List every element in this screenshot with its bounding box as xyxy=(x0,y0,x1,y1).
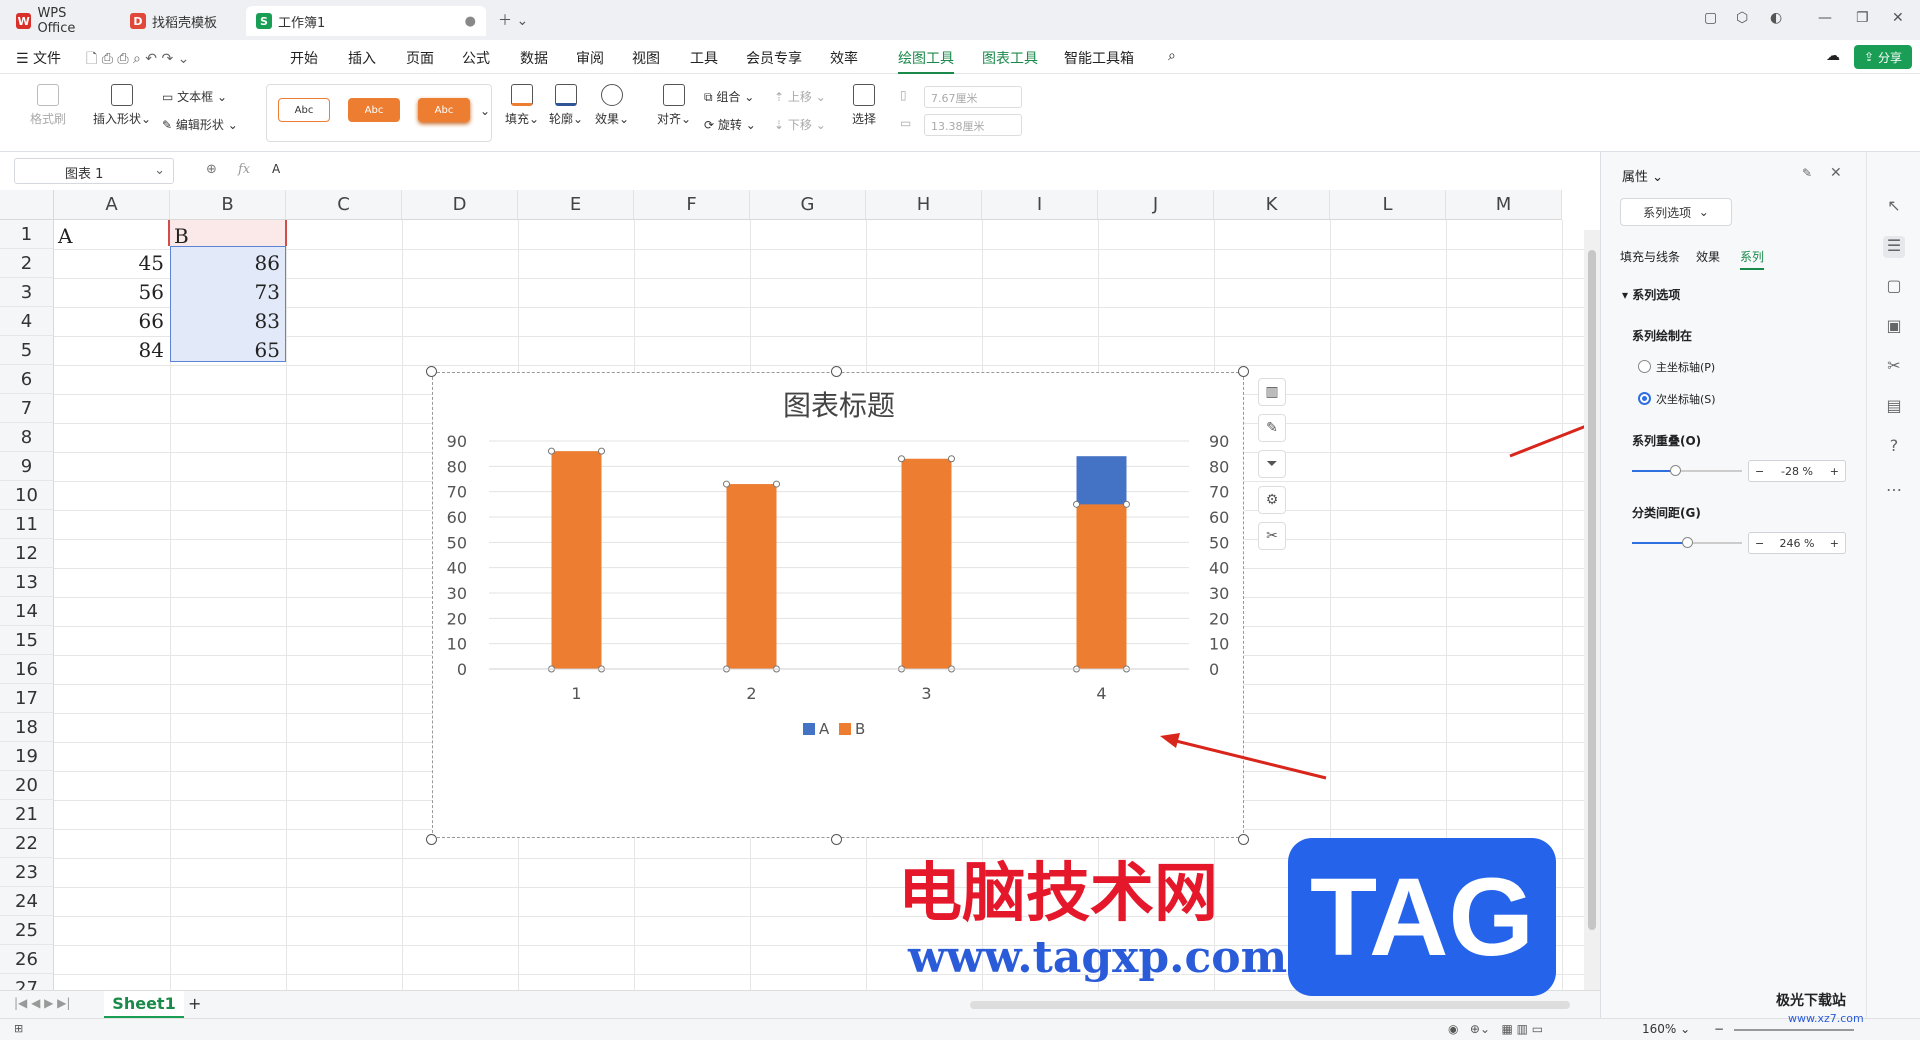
overlap-stepper[interactable]: − -28 % + xyxy=(1748,460,1846,482)
section-series-options[interactable]: ▾ 系列选项 xyxy=(1622,286,1680,303)
macro-icon[interactable]: ⊞ xyxy=(14,1022,23,1035)
panel-close-icon[interactable]: ✕ xyxy=(1830,165,1842,181)
view-mode-icons[interactable]: ◉ ⊕⌄ ▦ ▥ ▭ xyxy=(1448,1022,1543,1036)
horizontal-scrollbar[interactable] xyxy=(970,1001,1570,1009)
select-pointer-icon[interactable]: ↖ xyxy=(1883,196,1905,218)
watermark-cn: 电脑技术网 xyxy=(898,856,1218,931)
primary-axis-radio[interactable] xyxy=(1638,360,1651,373)
tools-icon[interactable]: ✂ xyxy=(1883,356,1905,378)
overlap-slider-knob[interactable] xyxy=(1670,465,1681,476)
gap-width-label: 分类间距(G) xyxy=(1632,506,1701,520)
gap-width-stepper[interactable]: − 246 % + xyxy=(1748,532,1846,554)
add-sheet-button[interactable]: + xyxy=(188,994,201,1013)
secondary-axis-radio[interactable] xyxy=(1638,392,1651,405)
zoom-slider[interactable] xyxy=(1734,1029,1854,1031)
gap-increment[interactable]: + xyxy=(1830,537,1839,550)
zoom-out-button[interactable]: − xyxy=(1714,1022,1724,1036)
secondary-axis-label[interactable]: 次坐标轴(S) xyxy=(1656,391,1716,407)
pin-icon[interactable]: ✎ xyxy=(1802,166,1812,180)
panel-title[interactable]: 属性 ⌄ xyxy=(1622,166,1663,185)
comment-icon[interactable]: ▢ xyxy=(1883,276,1905,298)
tab-series[interactable]: 系列 xyxy=(1740,248,1765,270)
overlap-decrement[interactable]: − xyxy=(1755,465,1764,478)
gap-width-slider[interactable] xyxy=(1632,537,1742,548)
primary-axis-label[interactable]: 主坐标轴(P) xyxy=(1656,359,1715,375)
status-bar: ⊞ ◉ ⊕⌄ ▦ ▥ ▭ 160% ⌄ − xyxy=(0,1018,1920,1040)
book-icon[interactable]: ▤ xyxy=(1883,396,1905,418)
watermark-brand: 极光下载站 xyxy=(1776,993,1846,1009)
sheet-nav-icons[interactable]: |◀ ◀ ▶ ▶| xyxy=(14,996,70,1010)
more-icon[interactable]: … xyxy=(1883,476,1905,498)
series-options-dropdown[interactable]: 系列选项 ⌄ xyxy=(1620,198,1732,226)
properties-panel xyxy=(1600,152,1866,1018)
properties-icon[interactable]: ☰ xyxy=(1883,236,1905,258)
image-icon[interactable]: ▣ xyxy=(1883,316,1905,338)
overlap-value[interactable]: -28 % xyxy=(1781,465,1813,478)
scroll-thumb[interactable] xyxy=(1588,250,1596,930)
help-icon[interactable]: ? xyxy=(1883,436,1905,458)
arrow-head-chart xyxy=(1160,733,1180,748)
watermark-tag-logo: TAG xyxy=(1288,838,1556,996)
zoom-level[interactable]: 160% ⌄ xyxy=(1642,1022,1690,1036)
watermark-brand-url: www.xz7.com xyxy=(1788,1012,1864,1025)
watermark-url: www.tagxp.com xyxy=(908,932,1288,983)
tab-effect[interactable]: 效果 xyxy=(1696,248,1720,265)
vertical-scrollbar[interactable] xyxy=(1584,230,1600,990)
gap-value[interactable]: 246 % xyxy=(1780,537,1815,550)
overlap-slider[interactable] xyxy=(1632,465,1742,476)
right-sidebar: ↖ ☰ ▢ ▣ ✂ ▤ ? … xyxy=(1866,152,1920,1018)
arrow-to-chart xyxy=(1171,738,1327,780)
plot-on-label: 系列绘制在 xyxy=(1632,329,1693,343)
gap-decrement[interactable]: − xyxy=(1755,537,1764,550)
overlap-increment[interactable]: + xyxy=(1830,465,1839,478)
overlap-label: 系列重叠(O) xyxy=(1632,434,1702,448)
tab-fill-line[interactable]: 填充与线条 xyxy=(1620,248,1680,265)
sheet-tab-sheet1[interactable]: Sheet1 xyxy=(104,991,184,1018)
gap-width-slider-knob[interactable] xyxy=(1682,537,1693,548)
